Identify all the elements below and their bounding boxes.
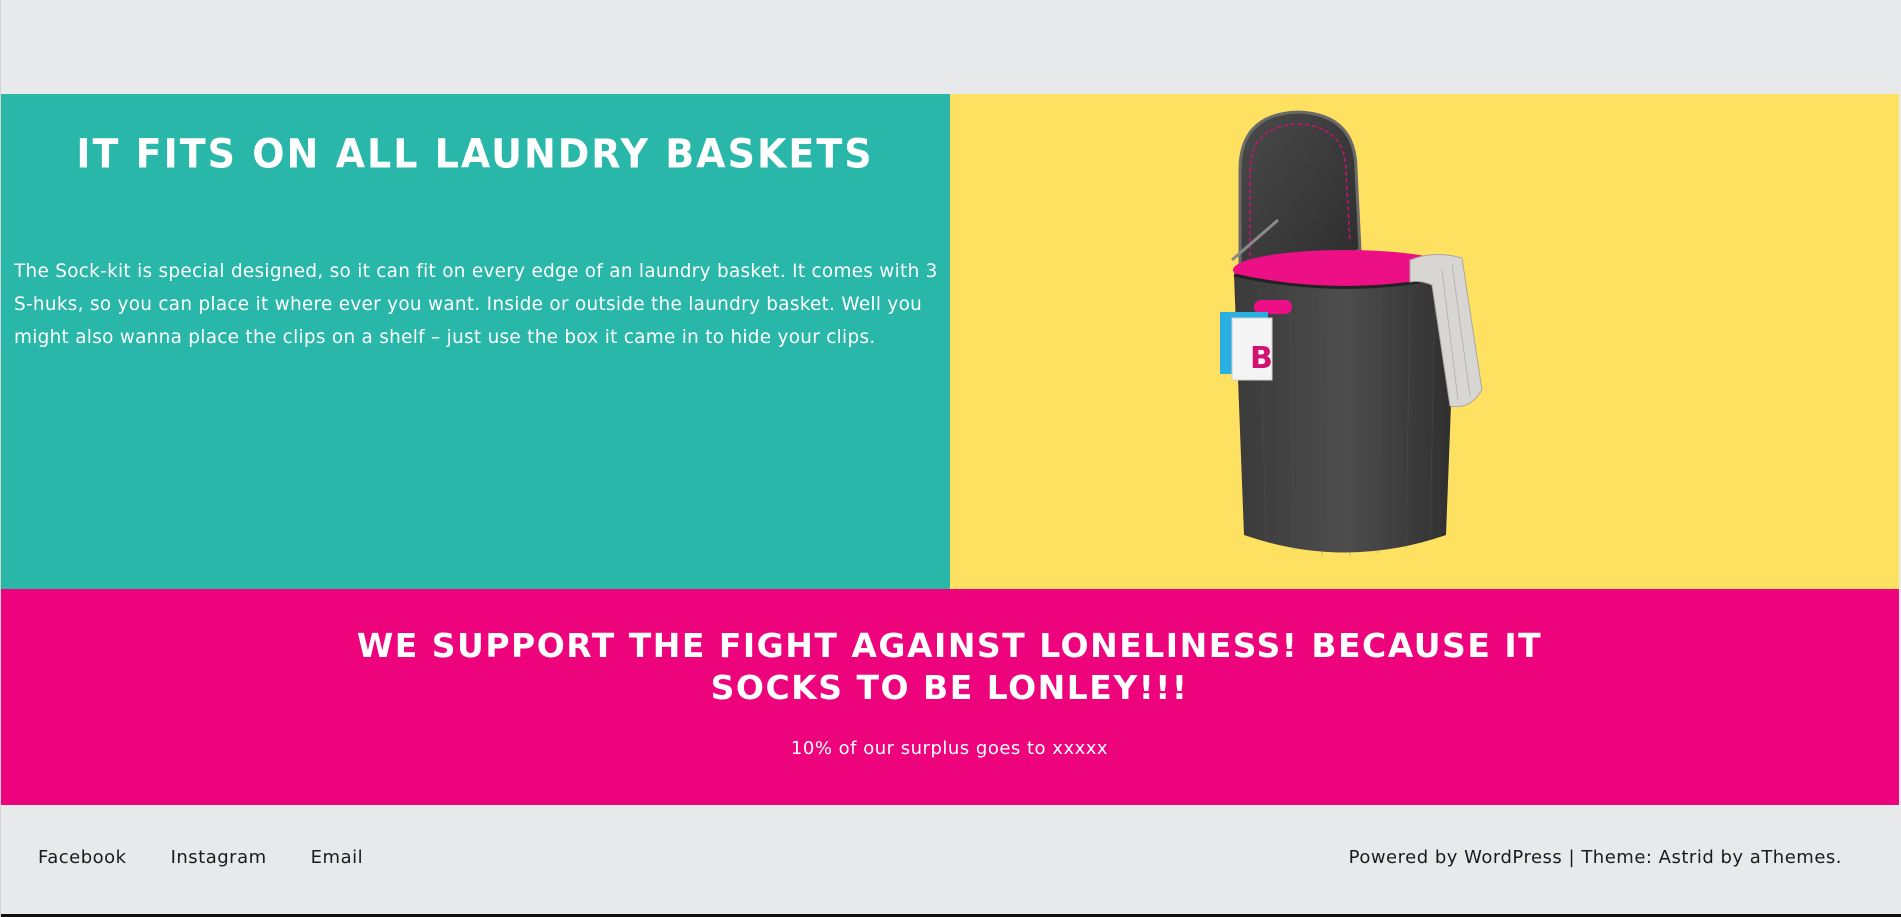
support-subtitle: 10% of our surplus goes to xxxxx: [790, 738, 1109, 759]
feature-description: The Sock-kit is special designed, so it …: [14, 261, 938, 348]
feature-title: IT FITS ON ALL LAUNDRY BASKETS: [76, 130, 874, 178]
feature-text-panel: IT FITS ON ALL LAUNDRY BASKETS The Sock-…: [0, 94, 950, 589]
feature-image-panel: B: [950, 94, 1899, 589]
wordpress-link[interactable]: Powered by WordPress: [1349, 847, 1563, 868]
feature-section: IT FITS ON ALL LAUNDRY BASKETS The Sock-…: [0, 94, 1899, 589]
header-band: [0, 0, 1901, 94]
left-border: [0, 0, 1, 917]
credit-separator: |: [1562, 847, 1582, 868]
theme-link[interactable]: Theme: Astrid by aThemes.: [1581, 847, 1842, 868]
footer-link-email[interactable]: Email: [311, 847, 363, 868]
laundry-basket-image: B: [1220, 110, 1520, 570]
page: IT FITS ON ALL LAUNDRY BASKETS The Sock-…: [0, 0, 1901, 917]
support-title: WE SUPPORT THE FIGHT AGAINST LONELINESS!…: [356, 626, 1543, 707]
footer-credit: Powered by WordPress | Theme: Astrid by …: [1349, 847, 1842, 868]
footer-link-facebook[interactable]: Facebook: [38, 847, 127, 868]
site-footer: Facebook Instagram Email Powered by Word…: [0, 805, 1901, 915]
footer-nav: Facebook Instagram Email: [38, 847, 363, 868]
svg-text:B: B: [1250, 341, 1273, 376]
support-section: WE SUPPORT THE FIGHT AGAINST LONELINESS!…: [0, 589, 1899, 805]
footer-link-instagram[interactable]: Instagram: [171, 847, 267, 868]
